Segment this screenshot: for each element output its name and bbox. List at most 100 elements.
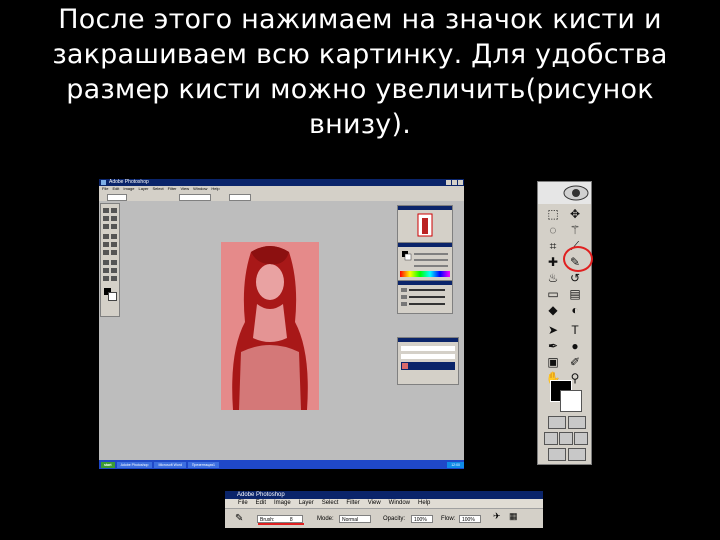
- tool-icon[interactable]: [111, 250, 117, 255]
- menu-select[interactable]: Select: [322, 499, 339, 508]
- color-panel: [397, 242, 453, 282]
- layers-panel: [397, 337, 459, 385]
- menu-layer[interactable]: Layer: [299, 499, 314, 508]
- menu-edit[interactable]: Edit: [256, 499, 266, 508]
- tool-icon[interactable]: [111, 276, 117, 281]
- window-titlebar: Adobe Photoshop: [99, 179, 464, 186]
- menu-filter[interactable]: Filter: [346, 499, 359, 508]
- jump-to-imageready-button[interactable]: [568, 448, 586, 461]
- history-panel: [397, 280, 453, 314]
- pen-icon[interactable]: ✒: [544, 338, 562, 354]
- brush-tool-icon[interactable]: ✎: [235, 514, 243, 524]
- document-canvas[interactable]: [221, 242, 319, 410]
- tool-icon[interactable]: [103, 208, 109, 213]
- lasso-icon[interactable]: ◌: [544, 222, 562, 238]
- tool-icon[interactable]: [111, 216, 117, 221]
- tool-icon[interactable]: [103, 234, 109, 239]
- taskbar-item[interactable]: Adobe Photoshop: [116, 461, 153, 468]
- history-list: [401, 288, 445, 306]
- menu-window[interactable]: Window: [389, 499, 410, 508]
- eraser-icon[interactable]: ▭: [544, 286, 562, 302]
- tool-icon[interactable]: [103, 276, 109, 281]
- gradient-icon[interactable]: ▤: [566, 286, 584, 302]
- tool-icon[interactable]: [111, 208, 117, 213]
- tool-icon[interactable]: [111, 224, 117, 229]
- layers-list: [401, 346, 455, 370]
- tool-icon[interactable]: [103, 268, 109, 273]
- clone-stamp-icon[interactable]: ♨: [544, 270, 562, 286]
- airbrush-icon[interactable]: ✈: [493, 512, 501, 521]
- flow-field[interactable]: 100%: [459, 515, 481, 523]
- maximize-button[interactable]: [452, 180, 457, 185]
- screen-mode-button[interactable]: [559, 432, 573, 445]
- screen-mode-button[interactable]: [544, 432, 558, 445]
- quick-mask-button[interactable]: [568, 416, 586, 429]
- toolbox-header[interactable]: [538, 182, 591, 204]
- menu-help[interactable]: Help: [418, 499, 430, 508]
- blur-icon[interactable]: ◆: [544, 302, 562, 318]
- taskbar-item[interactable]: Презентация1: [187, 461, 219, 468]
- tool-icon[interactable]: [103, 250, 109, 255]
- slide-caption: После этого нажимаем на значок кисти и з…: [20, 2, 700, 142]
- menu-bar: File Edit Image Layer Select Filter View…: [225, 499, 543, 508]
- tool-icon[interactable]: [111, 234, 117, 239]
- dodge-icon[interactable]: ◐: [566, 302, 584, 318]
- tool-icon[interactable]: [103, 216, 109, 221]
- mode-label: Mode:: [317, 516, 334, 522]
- healing-brush-icon[interactable]: ✚: [544, 254, 562, 270]
- start-button[interactable]: start: [101, 461, 115, 468]
- close-button[interactable]: [458, 180, 463, 185]
- caption-line: размер кисти можно увеличить(рисунок: [66, 74, 654, 105]
- taskbar-clock: 12:00: [447, 461, 464, 468]
- options-field[interactable]: [229, 194, 251, 201]
- window-title: Adobe Photoshop: [109, 179, 149, 185]
- background-color-swatch[interactable]: [560, 390, 582, 412]
- standard-mode-button[interactable]: [548, 416, 566, 429]
- taskbar-item[interactable]: Microsoft Word: [154, 461, 186, 468]
- tool-icon[interactable]: [103, 224, 109, 229]
- crop-icon[interactable]: ⌗: [544, 238, 562, 254]
- background-color-swatch[interactable]: [108, 292, 117, 301]
- tool-icon[interactable]: [111, 268, 117, 273]
- tool-icon[interactable]: [111, 242, 117, 247]
- opacity-field[interactable]: 100%: [411, 515, 433, 523]
- type-icon[interactable]: T: [566, 322, 584, 338]
- tool-preset-picker[interactable]: [107, 194, 127, 201]
- options-field[interactable]: [179, 194, 211, 201]
- window-titlebar: Adobe Photoshop: [225, 491, 543, 499]
- portrait-photo: [221, 242, 319, 410]
- history-brush-icon[interactable]: ↺: [566, 270, 584, 286]
- notes-icon[interactable]: ▣: [544, 354, 562, 370]
- brush-size-underline: [258, 523, 304, 525]
- shape-icon[interactable]: ●: [566, 338, 584, 354]
- marquee-icon[interactable]: ⬚: [544, 206, 562, 222]
- menu-view[interactable]: View: [368, 499, 381, 508]
- minimize-button[interactable]: [446, 180, 451, 185]
- photoshop-screenshot: Adobe Photoshop File Edit Image Layer Se…: [99, 179, 464, 469]
- path-select-icon[interactable]: ➤: [544, 322, 562, 338]
- navigator-thumbnail: [417, 213, 433, 237]
- photoshop-eye-logo-icon: [563, 185, 589, 201]
- color-sliders: [400, 251, 450, 277]
- window-title: Adobe Photoshop: [237, 492, 285, 498]
- caption-line: внизу).: [309, 109, 411, 140]
- tool-icon[interactable]: [111, 260, 117, 265]
- menu-file[interactable]: File: [238, 499, 248, 508]
- menu-image[interactable]: Image: [274, 499, 291, 508]
- opacity-label: Opacity:: [383, 516, 406, 522]
- window-controls: [446, 180, 463, 185]
- windows-taskbar: start Adobe Photoshop Microsoft Word Пре…: [99, 460, 464, 469]
- jump-to-imageready-button[interactable]: [548, 448, 566, 461]
- screen-mode-button[interactable]: [574, 432, 588, 445]
- eyedropper-icon[interactable]: ✐: [566, 354, 584, 370]
- tool-icon[interactable]: [103, 242, 109, 247]
- flow-label: Flow:: [441, 516, 456, 522]
- magic-wand-icon[interactable]: ⚚: [566, 222, 584, 238]
- caption-line: закрашиваем всю картинку. Для удобства: [52, 39, 668, 70]
- palette-toggle-icon[interactable]: ▦: [509, 512, 518, 521]
- mode-select[interactable]: Normal: [339, 515, 371, 523]
- brush-picker[interactable]: Brush: 8: [257, 515, 303, 523]
- move-icon[interactable]: ✥: [566, 206, 584, 222]
- toolbox-palette: ⬚ ✥ ◌ ⚚ ⌗ ⟋ ✚ ✎ ♨ ↺ ▭ ▤ ◆ ◐ ➤ T ✒ ● ▣ ✐ ✋ ⚲: [537, 181, 592, 465]
- tool-icon[interactable]: [103, 260, 109, 265]
